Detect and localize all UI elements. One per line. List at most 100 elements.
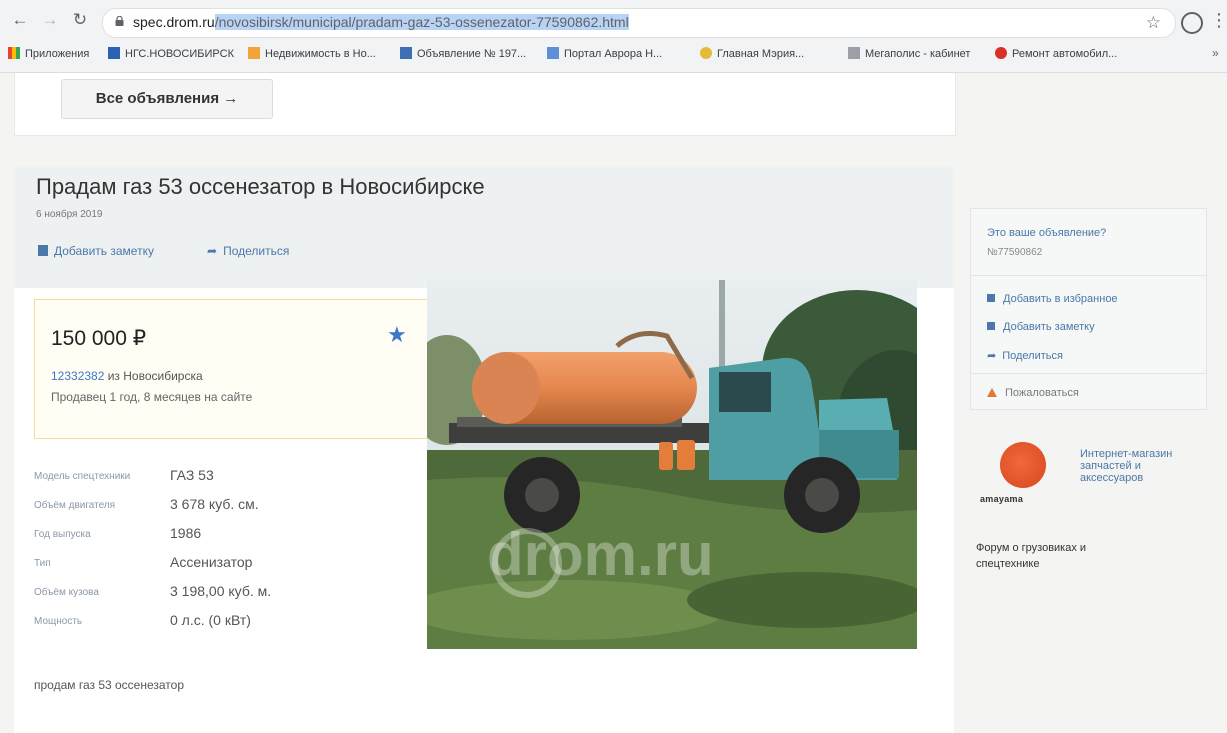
back-arrow-icon[interactable]: ←: [10, 10, 30, 30]
listing-description: продам газ 53 оссенезатор: [34, 678, 185, 692]
shop-ad-link[interactable]: Интернет-магазин запчастей и аксессуаров: [1080, 448, 1190, 484]
warning-icon: [987, 388, 997, 397]
browser-menu-icon[interactable]: ⋮: [1210, 10, 1227, 31]
spec-value: 3 198,00 куб. м.: [170, 583, 272, 599]
price: 150 000 ₽: [51, 327, 147, 350]
bookmark-label: Портал Аврора Н...: [564, 48, 663, 60]
bookmark-repair[interactable]: Ремонт автомобил...: [995, 47, 1117, 60]
your-ad-question-link[interactable]: Это ваше объявление?: [987, 227, 1106, 239]
sidebar-add-note-label: Добавить заметку: [1003, 321, 1095, 333]
reload-icon[interactable]: ↻: [70, 10, 90, 30]
add-favorite-label: Добавить в избранное: [1003, 293, 1118, 305]
sidebar-share-label: Поделиться: [1002, 350, 1063, 362]
add-favorite-link[interactable]: Добавить в избранное: [987, 293, 1118, 305]
truck-photo-image: [427, 280, 917, 649]
page-content: Все объявления → Прадам газ 53 оссенезат…: [0, 73, 1227, 733]
bookmark-apps[interactable]: Приложения: [8, 47, 89, 60]
listing-title: Прадам газ 53 оссенезатор в Новосибирске: [36, 174, 485, 199]
bookmark-mayor[interactable]: Главная Мэрия...: [700, 47, 804, 60]
listing-date: 6 ноября 2019: [36, 209, 103, 220]
bookmark-realty[interactable]: Недвижимость в Но...: [248, 47, 376, 60]
sidebar-divider: [971, 373, 1206, 374]
spec-label: Мощность: [34, 616, 83, 627]
ad-icon: [400, 47, 412, 59]
spec-value: Ассенизатор: [170, 554, 253, 570]
address-bar[interactable]: spec.drom.ru/novosibirsk/municipal/prada…: [102, 8, 1176, 38]
add-note-label: Добавить заметку: [54, 244, 154, 258]
browser-toolbar: ← → ↻ spec.drom.ru/novosibirsk/municipal…: [0, 4, 1227, 38]
sidebar-divider: [971, 275, 1206, 276]
forward-arrow-icon[interactable]: →: [40, 10, 60, 30]
ad-number: №77590862: [987, 247, 1043, 258]
bookmark-label: Мегаполис - кабинет: [865, 48, 971, 60]
seller-since: Продавец 1 год, 8 месяцев на сайте: [51, 390, 253, 404]
bookmark-star-icon[interactable]: ☆: [1146, 13, 1161, 33]
spec-label: Объём кузова: [34, 587, 99, 598]
url-text: spec.drom.ru/novosibirsk/municipal/prada…: [133, 14, 629, 30]
share-arrow-icon: ➦: [207, 244, 218, 258]
shop-logo-caption: amayama: [980, 494, 1024, 504]
all-ads-button[interactable]: Все объявления →: [61, 79, 273, 119]
listing-photo[interactable]: drom.ru: [427, 280, 917, 649]
spec-label: Тип: [34, 558, 51, 569]
share-link[interactable]: ➦ Поделиться: [207, 244, 289, 258]
spec-label: Модель спецтехники: [34, 471, 131, 482]
spec-label: Год выпуска: [34, 529, 91, 540]
url-host: spec.drom.ru: [133, 14, 215, 30]
favorite-star-icon[interactable]: ★: [387, 322, 407, 348]
sidebar-share-link[interactable]: ➦ Поделиться: [987, 349, 1063, 362]
spec-value: 3 678 куб. см.: [170, 496, 259, 512]
share-label: Поделиться: [223, 244, 290, 258]
url-path: /novosibirsk/municipal/pradam-gaz-53-oss…: [214, 14, 629, 30]
spec-row: Модель спецтехники ГАЗ 53: [34, 467, 434, 489]
bookmark-label: Приложения: [25, 48, 90, 60]
favorite-icon: [987, 294, 995, 302]
complain-link[interactable]: Пожаловаться: [987, 387, 1079, 399]
seller-city: из Новосибирска: [104, 369, 203, 383]
portal-icon: [547, 47, 559, 59]
listing-header: Прадам газ 53 оссенезатор в Новосибирске…: [14, 166, 954, 288]
bookmarks-bar: Приложения НГС.НОВОСИБИРСК Недвижимость …: [0, 42, 1227, 68]
lock-icon: [115, 16, 124, 26]
spec-value: 1986: [170, 525, 202, 541]
bookmark-portal[interactable]: Портал Аврора Н...: [547, 47, 662, 60]
share-arrow-icon: ➦: [987, 350, 997, 362]
browser-chrome: ← → ↻ spec.drom.ru/novosibirsk/municipal…: [0, 0, 1227, 73]
ad-actions-box: Это ваше объявление? №77590862 Добавить …: [970, 208, 1207, 410]
price-box: 150 000 ₽ ★ 12332382 из Новосибирска Про…: [34, 299, 428, 439]
bookmark-label: Ремонт автомобил...: [1012, 48, 1118, 60]
spec-row: Мощность 0 л.с. (0 кВт): [34, 612, 434, 634]
bookmark-ad[interactable]: Объявление № 197...: [400, 47, 526, 60]
bookmarks-overflow-icon[interactable]: »: [1212, 46, 1219, 60]
ngs-icon: [108, 47, 120, 59]
profile-avatar-icon[interactable]: [1181, 12, 1203, 34]
sidebar-add-note-link[interactable]: Добавить заметку: [987, 321, 1095, 333]
spec-value: ГАЗ 53: [170, 467, 214, 483]
bookmark-label: Недвижимость в Но...: [265, 48, 376, 60]
seller-id-link[interactable]: 12332382: [51, 369, 104, 383]
bookmark-ngs[interactable]: НГС.НОВОСИБИРСК: [108, 47, 234, 60]
bookmark-label: Объявление № 197...: [417, 48, 527, 60]
realty-icon: [248, 47, 260, 59]
bookmark-megapolis[interactable]: Мегаполис - кабинет: [848, 47, 970, 60]
forum-link[interactable]: Форум о грузовиках и спецтехнике: [976, 540, 1126, 572]
shop-logo-icon[interactable]: [1000, 442, 1046, 488]
complain-label: Пожаловаться: [1005, 387, 1079, 399]
top-card: Все объявления →: [14, 73, 956, 136]
spec-row: Год выпуска 1986: [34, 525, 434, 547]
spec-value: 0 л.с. (0 кВт): [170, 612, 251, 628]
add-note-link[interactable]: Добавить заметку: [38, 244, 154, 258]
megapolis-icon: [848, 47, 860, 59]
note-icon: [38, 245, 48, 256]
spec-row: Тип Ассенизатор: [34, 554, 434, 576]
spec-row: Объём двигателя 3 678 куб. см.: [34, 496, 434, 518]
apps-grid-icon: [8, 47, 20, 59]
mayor-icon: [700, 47, 712, 59]
bookmark-label: НГС.НОВОСИБИРСК: [125, 48, 234, 60]
spec-label: Объём двигателя: [34, 500, 116, 511]
photo-watermark: drom.ru: [487, 521, 714, 588]
spec-row: Объём кузова 3 198,00 куб. м.: [34, 583, 434, 605]
seller-line: 12332382 из Новосибирска: [51, 369, 203, 383]
bookmark-label: Главная Мэрия...: [717, 48, 805, 60]
note-icon: [987, 322, 995, 330]
